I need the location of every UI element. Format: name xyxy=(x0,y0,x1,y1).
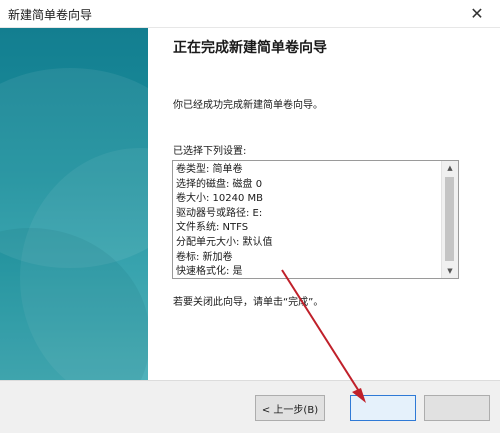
title-bar: 新建简单卷向导 ✕ xyxy=(0,0,500,28)
close-button[interactable]: ✕ xyxy=(458,1,496,25)
settings-item: 选择的磁盘: 磁盘 0 xyxy=(176,178,263,190)
settings-item: 卷大小: 10240 MB xyxy=(176,193,264,205)
settings-label: 已选择下列设置: xyxy=(173,146,247,157)
vertical-scrollbar[interactable]: ▲ ▼ xyxy=(441,161,458,278)
scroll-up-arrow-icon[interactable]: ▲ xyxy=(442,161,458,175)
settings-list[interactable]: 卷类型: 简单卷 选择的磁盘: 磁盘 0 卷大小: 10240 MB 驱动器号或… xyxy=(172,160,459,279)
settings-item: 分配单元大小: 默认值 xyxy=(176,236,273,248)
settings-item: 卷标: 新加卷 xyxy=(176,251,233,263)
close-icon: ✕ xyxy=(470,3,484,23)
closing-instruction: 若要关闭此向导，请单击“完成”。 xyxy=(173,297,324,308)
back-button[interactable]: < 上一步(B) xyxy=(255,395,325,421)
cancel-button[interactable] xyxy=(424,395,490,421)
wizard-footer: < 上一步(B) xyxy=(0,380,500,433)
page-title: 正在完成新建简单卷向导 xyxy=(173,40,327,56)
wizard-banner xyxy=(0,28,148,380)
window-title: 新建简单卷向导 xyxy=(8,8,93,22)
finish-button[interactable] xyxy=(350,395,416,421)
arrow-shaft xyxy=(281,269,363,397)
scroll-down-arrow-icon[interactable]: ▼ xyxy=(442,264,458,278)
settings-item: 卷类型: 简单卷 xyxy=(176,164,243,175)
scrollbar-thumb[interactable] xyxy=(445,177,454,261)
settings-item: 驱动器号或路径: E: xyxy=(176,207,263,219)
settings-item: 快速格式化: 是 xyxy=(176,266,243,278)
intro-text: 你已经成功完成新建简单卷向导。 xyxy=(173,100,323,111)
settings-item: 文件系统: NTFS xyxy=(176,222,249,234)
